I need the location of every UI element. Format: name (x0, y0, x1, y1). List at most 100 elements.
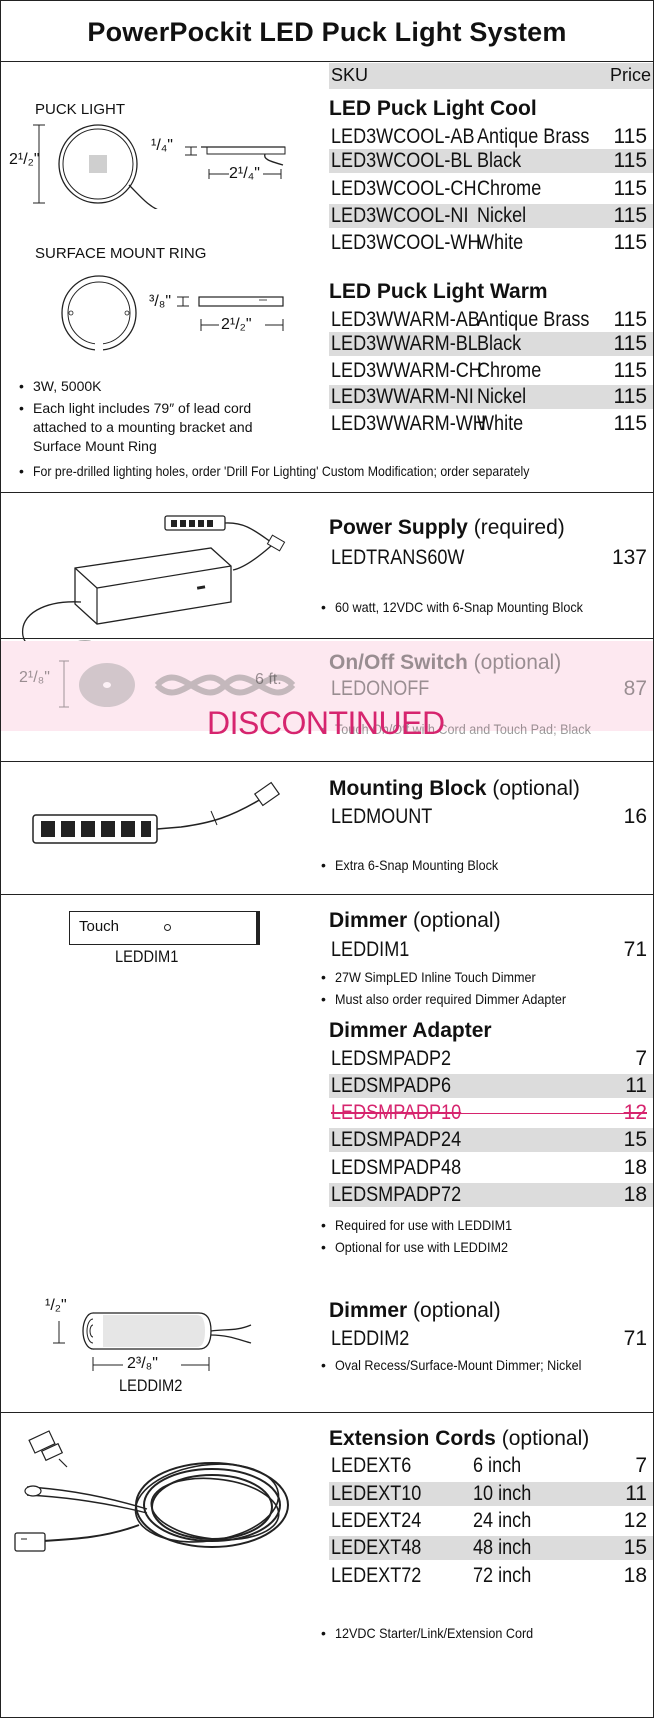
table-row: LED3WWARM-BL Black 115 (329, 332, 653, 356)
puck-height-dim: 2¹/₂" (9, 151, 40, 168)
adapter-bullet: Required for use with LEDDIM1 (321, 1217, 532, 1234)
sku: LEDMOUNT (331, 805, 433, 828)
description: 6 inch (473, 1454, 522, 1477)
sku: LEDDIM1 (331, 938, 410, 961)
bullet-text: 27W SimpLED Inline Touch Dimmer (335, 969, 536, 985)
qualifier: (optional) (501, 1427, 590, 1450)
surface-mount-ring-drawing (61, 275, 284, 351)
description: White (477, 231, 524, 254)
table-row: LEDEXT6 6 inch 7 (329, 1454, 653, 1478)
puck-thickness-dim: ¹/₄" (151, 137, 173, 154)
description: White (477, 412, 524, 435)
extension-cords-heading: Extension Cords (optional) (329, 1427, 589, 1451)
caption-text: LEDDIM1 (115, 947, 179, 966)
table-row: LEDSMPADP48 18 (329, 1156, 653, 1180)
table-row: LEDSMPADP72 18 (329, 1183, 653, 1207)
leddim2-drawing (53, 1312, 252, 1371)
sku: LEDSMPADP72 (331, 1183, 462, 1206)
leddim1-device: Touch (69, 911, 260, 945)
sku: LED3WCOOL-CH (331, 177, 477, 200)
description: 24 inch (473, 1509, 532, 1532)
bullet-text: 60 watt, 12VDC with 6-Snap Mounting Bloc… (335, 599, 583, 615)
mount-bullet: Extra 6-Snap Mounting Block (321, 857, 516, 874)
price: 18 (623, 1564, 647, 1587)
product-title: Dimmer (329, 909, 408, 932)
section-divider (1, 492, 653, 493)
dimmer1-bullet: 27W SimpLED Inline Touch Dimmer (321, 969, 558, 986)
sku: LEDEXT10 (331, 1482, 422, 1505)
description: Chrome (477, 177, 542, 200)
header-band (329, 63, 653, 89)
caption-text: LEDDIM2 (119, 1376, 183, 1395)
price: 115 (613, 359, 647, 382)
onoff-height-dim: 2¹/₈" (19, 669, 50, 686)
table-row: LED3WWARM-NI Nickel 115 (329, 385, 653, 409)
table-row: LED3WCOOL-BL Black 115 (329, 149, 653, 173)
table-row: LEDDIM2 71 (329, 1327, 653, 1351)
description: 10 inch (473, 1482, 532, 1505)
price: 11 (625, 1074, 647, 1097)
description: Black (477, 332, 522, 355)
price: 12 (623, 1101, 647, 1124)
sku: LEDSMPADP24 (331, 1128, 462, 1151)
sku: LEDDIM2 (331, 1327, 410, 1350)
description: Antique Brass (477, 125, 590, 148)
adapter-bullet: Optional for use with LEDDIM2 (321, 1239, 527, 1256)
touch-pad-dot (164, 924, 171, 931)
price: 115 (613, 332, 647, 355)
qualifier: (optional) (473, 651, 562, 674)
product-title: Power Supply (329, 516, 468, 539)
power-supply-heading: Power Supply (required) (329, 516, 565, 540)
description: 48 inch (473, 1536, 532, 1559)
dimmer2-bullet: Oval Recess/Surface-Mount Dimmer; Nickel (321, 1357, 609, 1374)
price: 16 (623, 805, 647, 828)
sku: LED3WWARM-AB (331, 308, 480, 331)
sku: LEDSMPADP2 (331, 1047, 452, 1070)
price: 115 (613, 412, 647, 435)
table-row: LED3WWARM-WH White 115 (329, 412, 653, 436)
puck-bullet-continued: attached to a mounting bracket and (33, 419, 253, 435)
description: Antique Brass (477, 308, 590, 331)
sku: LED3WWARM-BL (331, 332, 478, 355)
sku: LEDSMPADP6 (331, 1074, 452, 1097)
price: 71 (623, 938, 647, 961)
puck-light-label: PUCK LIGHT (35, 101, 126, 118)
product-title: Dimmer (329, 1299, 408, 1322)
price: 12 (623, 1509, 647, 1532)
description: Black (477, 149, 522, 172)
price: 7 (635, 1454, 647, 1477)
onoff-heading: On/Off Switch (optional) (329, 651, 561, 675)
surface-mount-ring-label: SURFACE MOUNT RING (35, 245, 207, 262)
price: 115 (613, 308, 647, 331)
price: 137 (611, 546, 647, 569)
table-row: LEDSMPADP2 7 (329, 1047, 653, 1071)
leddim1-caption: LEDDIM1 (115, 947, 189, 967)
price: 71 (623, 1327, 647, 1350)
table-row: LEDONOFF 87 (329, 677, 653, 701)
puck-bullet: Each light includes 79″ of lead cord (19, 400, 251, 417)
sku: LED3WCOOL-AB (331, 125, 475, 148)
bullet-text: Optional for use with LEDDIM2 (335, 1239, 508, 1255)
price: 11 (625, 1482, 647, 1505)
section-divider (1, 894, 653, 895)
table-row: LED3WCOOL-AB Antique Brass 115 (329, 125, 653, 149)
sku: LEDTRANS60W (331, 546, 465, 569)
qualifier: (optional) (413, 909, 501, 932)
bullet-text: Must also order required Dimmer Adapter (335, 991, 567, 1007)
sku: LED3WWARM-CH (331, 359, 482, 382)
description: 72 inch (473, 1564, 532, 1587)
leddim2-caption: LEDDIM2 (119, 1376, 193, 1396)
cool-title: LED Puck Light Cool (329, 97, 537, 120)
mounting-block-drawing (32, 781, 281, 844)
bullet-text: Extra 6-Snap Mounting Block (335, 857, 499, 873)
table-row: LEDEXT24 24 inch 12 (329, 1509, 653, 1533)
puck-bullet: 3W, 5000K (19, 378, 101, 395)
description: Chrome (477, 359, 542, 382)
sku-column-header: SKU (331, 65, 369, 85)
price: 7 (635, 1047, 647, 1070)
price: 115 (613, 149, 647, 172)
price-column-header: Price (609, 65, 651, 85)
price: 115 (613, 385, 647, 408)
discontinued-stamp: DISCONTINUED (207, 705, 445, 741)
touch-label: Touch (79, 918, 120, 935)
